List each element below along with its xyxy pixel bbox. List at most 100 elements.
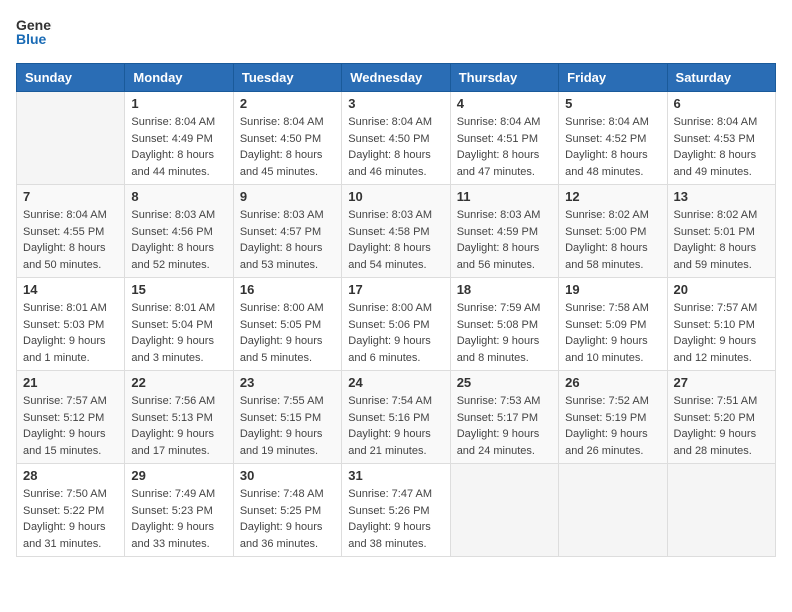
daylight-text: Daylight: 8 hours and 45 minutes.	[240, 147, 335, 180]
sunset-text: Sunset: 5:06 PM	[348, 317, 443, 334]
sunset-text: Sunset: 4:55 PM	[23, 224, 118, 241]
day-number: 1	[131, 96, 226, 111]
calendar-cell: 13Sunrise: 8:02 AMSunset: 5:01 PMDayligh…	[667, 185, 775, 278]
sunset-text: Sunset: 5:08 PM	[457, 317, 552, 334]
day-number: 23	[240, 375, 335, 390]
sunrise-text: Sunrise: 7:57 AM	[23, 393, 118, 410]
sunset-text: Sunset: 4:57 PM	[240, 224, 335, 241]
calendar-cell: 19Sunrise: 7:58 AMSunset: 5:09 PMDayligh…	[559, 278, 667, 371]
daylight-text: Daylight: 9 hours and 31 minutes.	[23, 519, 118, 552]
sunset-text: Sunset: 5:17 PM	[457, 410, 552, 427]
day-info: Sunrise: 8:03 AMSunset: 4:57 PMDaylight:…	[240, 207, 335, 273]
day-info: Sunrise: 8:03 AMSunset: 4:56 PMDaylight:…	[131, 207, 226, 273]
day-info: Sunrise: 8:02 AMSunset: 5:00 PMDaylight:…	[565, 207, 660, 273]
daylight-text: Daylight: 8 hours and 59 minutes.	[674, 240, 769, 273]
sunset-text: Sunset: 5:25 PM	[240, 503, 335, 520]
sunrise-text: Sunrise: 8:04 AM	[240, 114, 335, 131]
calendar-cell	[17, 92, 125, 185]
daylight-text: Daylight: 9 hours and 6 minutes.	[348, 333, 443, 366]
day-number: 12	[565, 189, 660, 204]
day-number: 10	[348, 189, 443, 204]
calendar-cell: 27 Sunrise: 7:51 AMSunset: 5:20 PMDayligh…	[667, 371, 775, 464]
sunset-text: Sunset: 4:56 PM	[131, 224, 226, 241]
day-number: 2	[240, 96, 335, 111]
day-number: 15	[131, 282, 226, 297]
calendar-cell: 4Sunrise: 8:04 AMSunset: 4:51 PMDaylight…	[450, 92, 558, 185]
day-number: 22	[131, 375, 226, 390]
sunset-text: Sunset: 5:19 PM	[565, 410, 660, 427]
day-info: Sunrise: 8:04 AMSunset: 4:53 PMDaylight:…	[674, 114, 769, 180]
daylight-text: Daylight: 8 hours and 52 minutes.	[131, 240, 226, 273]
calendar-cell: 23Sunrise: 7:55 AMSunset: 5:15 PMDayligh…	[233, 371, 341, 464]
day-info: Sunrise: 8:02 AMSunset: 5:01 PMDaylight:…	[674, 207, 769, 273]
logo-icon: General Blue	[16, 16, 52, 51]
day-number: 28	[23, 468, 118, 483]
sunrise-text: Sunrise: 7:58 AM	[565, 300, 660, 317]
day-number: 29	[131, 468, 226, 483]
day-number: 27	[674, 375, 769, 390]
daylight-text: Daylight: 9 hours and 17 minutes.	[131, 426, 226, 459]
calendar-cell: 14Sunrise: 8:01 AMSunset: 5:03 PMDayligh…	[17, 278, 125, 371]
day-number: 31	[348, 468, 443, 483]
calendar-body: 1Sunrise: 8:04 AMSunset: 4:49 PMDaylight…	[17, 92, 776, 557]
calendar-cell: 5Sunrise: 8:04 AMSunset: 4:52 PMDaylight…	[559, 92, 667, 185]
sunrise-text: Sunrise: 8:04 AM	[131, 114, 226, 131]
calendar-cell: 1 Sunrise: 8:04 AMSunset: 4:49 PMDaylight…	[125, 92, 233, 185]
sunrise-text: Sunrise: 7:50 AM	[23, 486, 118, 503]
day-info: Sunrise: 7:49 AMSunset: 5:23 PMDaylight:…	[131, 486, 226, 552]
daylight-text: Daylight: 9 hours and 21 minutes.	[348, 426, 443, 459]
sunset-text: Sunset: 5:05 PM	[240, 317, 335, 334]
sunrise-text: Sunrise: 7:57 AM	[674, 300, 769, 317]
sunrise-text: Sunrise: 7:49 AM	[131, 486, 226, 503]
day-number: 4	[457, 96, 552, 111]
day-info: Sunrise: 8:03 AMSunset: 4:58 PMDaylight:…	[348, 207, 443, 273]
sunrise-text: Sunrise: 7:51 AM	[674, 393, 769, 410]
day-info: Sunrise: 8:01 AMSunset: 5:03 PMDaylight:…	[23, 300, 118, 366]
sunset-text: Sunset: 4:53 PM	[674, 131, 769, 148]
day-number: 20	[674, 282, 769, 297]
calendar-cell	[450, 464, 558, 557]
weekday-header-cell: Wednesday	[342, 64, 450, 92]
day-number: 8	[131, 189, 226, 204]
day-info: Sunrise: 7:51 AMSunset: 5:20 PMDaylight:…	[674, 393, 769, 459]
sunrise-text: Sunrise: 7:59 AM	[457, 300, 552, 317]
day-number: 18	[457, 282, 552, 297]
calendar-cell: 31Sunrise: 7:47 AMSunset: 5:26 PMDayligh…	[342, 464, 450, 557]
day-number: 9	[240, 189, 335, 204]
day-info: Sunrise: 7:48 AMSunset: 5:25 PMDaylight:…	[240, 486, 335, 552]
sunrise-text: Sunrise: 8:03 AM	[348, 207, 443, 224]
day-number: 21	[23, 375, 118, 390]
day-info: Sunrise: 7:53 AMSunset: 5:17 PMDaylight:…	[457, 393, 552, 459]
sunrise-text: Sunrise: 8:00 AM	[240, 300, 335, 317]
sunset-text: Sunset: 4:58 PM	[348, 224, 443, 241]
day-info: Sunrise: 8:04 AMSunset: 4:50 PMDaylight:…	[348, 114, 443, 180]
sunset-text: Sunset: 4:51 PM	[457, 131, 552, 148]
calendar-cell: 12 Sunrise: 8:02 AMSunset: 5:00 PMDayligh…	[559, 185, 667, 278]
calendar-table: SundayMondayTuesdayWednesdayThursdayFrid…	[16, 63, 776, 557]
sunrise-text: Sunrise: 8:03 AM	[240, 207, 335, 224]
sunrise-text: Sunrise: 7:52 AM	[565, 393, 660, 410]
calendar-cell: 10 Sunrise: 8:03 AMSunset: 4:58 PMDayligh…	[342, 185, 450, 278]
day-info: Sunrise: 7:57 AMSunset: 5:10 PMDaylight:…	[674, 300, 769, 366]
weekday-header-cell: Saturday	[667, 64, 775, 92]
sunset-text: Sunset: 4:49 PM	[131, 131, 226, 148]
calendar-cell: 29 Sunrise: 7:49 AMSunset: 5:23 PMDayligh…	[125, 464, 233, 557]
daylight-text: Daylight: 8 hours and 56 minutes.	[457, 240, 552, 273]
weekday-header-cell: Friday	[559, 64, 667, 92]
weekday-header-cell: Tuesday	[233, 64, 341, 92]
day-info: Sunrise: 7:59 AMSunset: 5:08 PMDaylight:…	[457, 300, 552, 366]
sunset-text: Sunset: 5:03 PM	[23, 317, 118, 334]
calendar-cell: 30Sunrise: 7:48 AMSunset: 5:25 PMDayligh…	[233, 464, 341, 557]
calendar-cell: 9 Sunrise: 8:03 AMSunset: 4:57 PMDaylight…	[233, 185, 341, 278]
calendar-cell: 3Sunrise: 8:04 AMSunset: 4:50 PMDaylight…	[342, 92, 450, 185]
sunrise-text: Sunrise: 8:04 AM	[23, 207, 118, 224]
daylight-text: Daylight: 8 hours and 54 minutes.	[348, 240, 443, 273]
calendar-week-row: 21Sunrise: 7:57 AMSunset: 5:12 PMDayligh…	[17, 371, 776, 464]
daylight-text: Daylight: 8 hours and 58 minutes.	[565, 240, 660, 273]
sunrise-text: Sunrise: 8:04 AM	[457, 114, 552, 131]
day-number: 26	[565, 375, 660, 390]
svg-text:Blue: Blue	[16, 31, 47, 46]
daylight-text: Daylight: 9 hours and 33 minutes.	[131, 519, 226, 552]
sunrise-text: Sunrise: 7:56 AM	[131, 393, 226, 410]
daylight-text: Daylight: 8 hours and 44 minutes.	[131, 147, 226, 180]
